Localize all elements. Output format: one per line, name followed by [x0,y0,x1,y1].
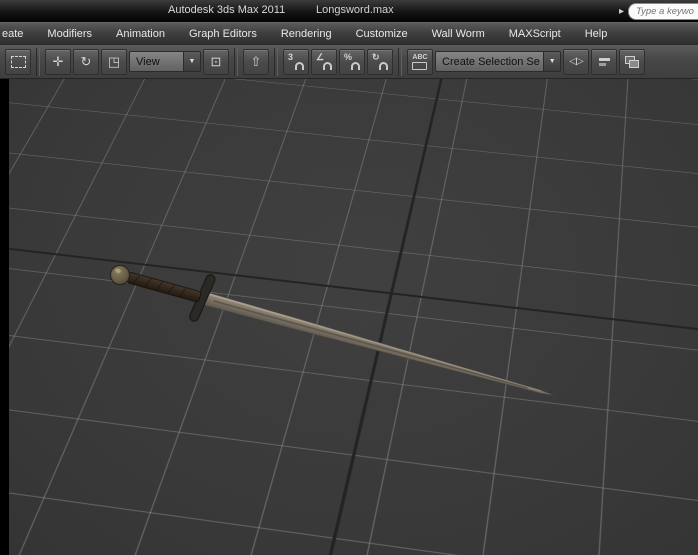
pivot-center-icon: ⊡ [210,53,222,69]
select-and-scale-button[interactable]: ◳ [101,48,127,75]
mirror-icon: ◁▷ [569,56,583,67]
menu-modifiers[interactable]: Modifiers [35,23,104,44]
rotate-icon: ↻ [80,53,92,69]
select-and-move-button[interactable]: ✛ [45,48,71,75]
scale-icon: ◳ [107,53,121,69]
align-icon [598,57,610,66]
snap-toggle-3d-button[interactable]: 3 [283,48,309,75]
keyboard-shortcut-override-button[interactable]: ABC [407,48,433,75]
keyboard-override-icon: ABC [412,54,428,70]
layer-manager-button[interactable] [619,48,645,75]
spinner-snap-toggle-button[interactable]: ↻ [367,48,393,75]
viewport-left-edge [0,79,9,555]
menu-customize[interactable]: Customize [344,23,420,44]
spinner-snap-icon: ↻ [372,51,380,62]
angle-snap-toggle-button[interactable]: ∠ [311,48,337,75]
percent-snap-icon: % [344,51,353,62]
open-file-name: Longsword.max [316,4,394,16]
toolbar-separator [36,47,40,76]
named-selection-sets-dropdown[interactable]: Create Selection Se ▼ [435,51,561,72]
app-title: Autodesk 3ds Max 2011 [168,4,286,16]
layers-icon [625,55,639,68]
reference-coordinate-system-dropdown[interactable]: View ▼ [129,51,201,72]
main-toolbar: ✛ ↻ ◳ View ▼ ⊡ ⇧ 3 ∠ % ↻ ABC Create Sele… [0,44,698,79]
snap-3d-icon: 3 [288,51,294,62]
dashed-selection-icon [10,55,26,68]
mirror-button[interactable]: ◁▷ [563,48,589,75]
title-bar: Autodesk 3ds Max 2011 Longsword.max ▸ [0,0,698,22]
chevron-down-icon[interactable]: ▼ [183,52,200,71]
toolbar-separator [234,47,238,76]
menu-maxscript[interactable]: MAXScript [497,23,573,44]
toolbar-separator [398,47,402,76]
menu-wall-worm[interactable]: Wall Worm [420,23,497,44]
perspective-viewport[interactable] [0,79,698,555]
manipulate-icon: ⇧ [250,53,262,69]
coordinate-system-value: View [136,55,160,68]
angle-snap-icon: ∠ [316,51,325,62]
menu-help[interactable]: Help [573,23,620,44]
chevron-down-icon[interactable]: ▼ [543,52,560,71]
rectangular-selection-region-button[interactable] [5,48,31,75]
select-and-manipulate-button[interactable]: ⇧ [243,48,269,75]
sword-grip[interactable] [126,272,202,303]
align-button[interactable] [591,48,617,75]
infocenter-search: ▸ [619,2,698,20]
percent-snap-toggle-button[interactable]: % [339,48,365,75]
magnet-icon [323,61,332,70]
menu-rendering[interactable]: Rendering [269,23,344,44]
infocenter-search-input[interactable] [628,2,698,20]
magnet-icon [379,61,388,70]
magnet-icon [295,61,304,70]
search-arrow-icon[interactable]: ▸ [619,6,624,17]
menu-graph-editors[interactable]: Graph Editors [177,23,269,44]
menu-animation[interactable]: Animation [104,23,177,44]
move-icon: ✛ [52,53,64,69]
sword-fuller [213,300,528,389]
selection-set-value: Create Selection Se [442,55,540,68]
toolbar-separator [274,47,278,76]
select-and-rotate-button[interactable]: ↻ [73,48,99,75]
menu-create[interactable]: eate [0,23,35,44]
3ds-max-window: Autodesk 3ds Max 2011 Longsword.max ▸ ea… [0,0,698,555]
use-pivot-point-center-button[interactable]: ⊡ [203,48,229,75]
menu-bar: eate Modifiers Animation Graph Editors R… [0,22,698,44]
magnet-icon [351,61,360,70]
